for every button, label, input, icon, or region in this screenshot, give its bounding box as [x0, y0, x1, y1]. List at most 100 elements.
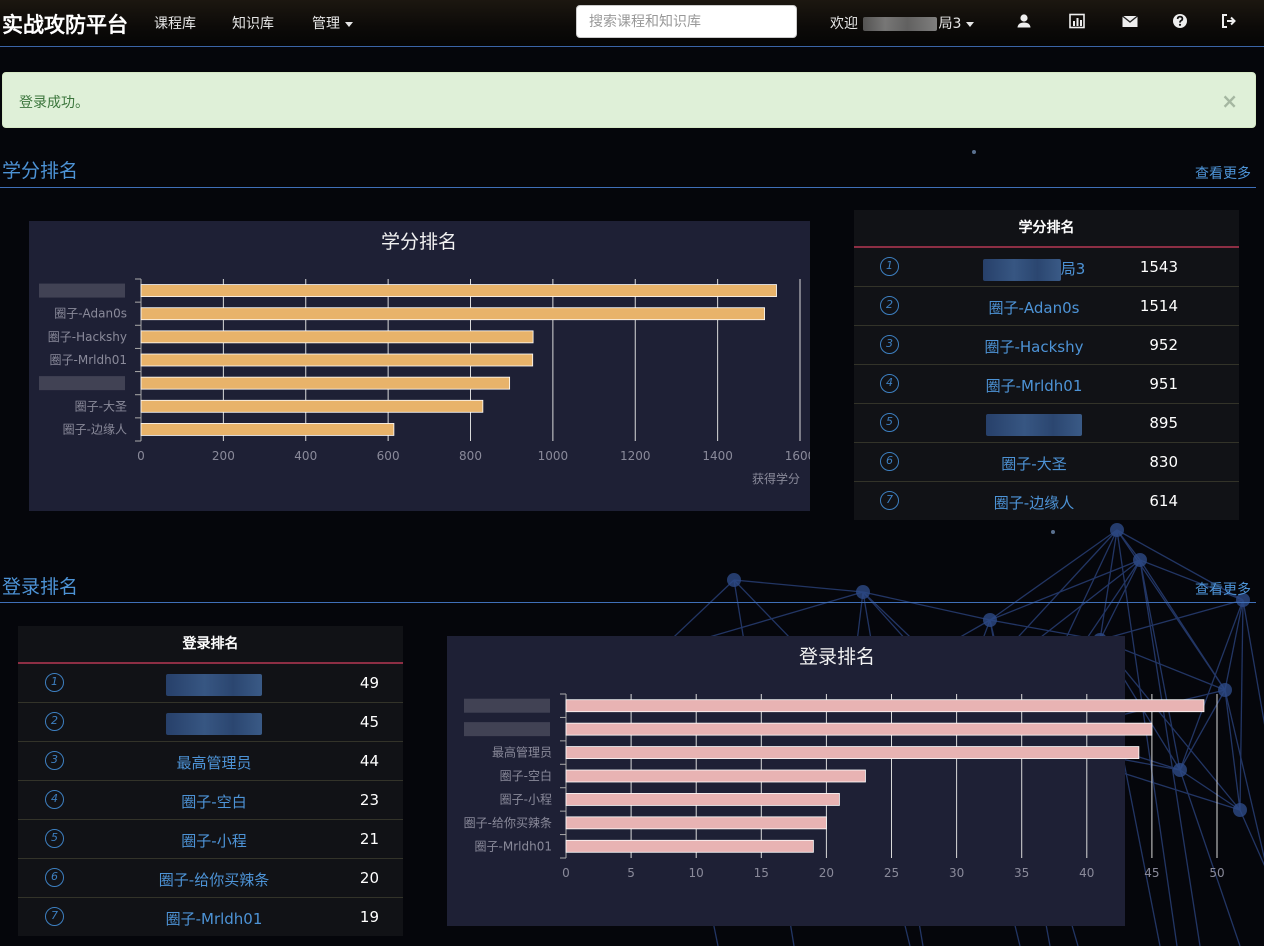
search-input[interactable]: [576, 5, 797, 38]
rank-badge: 6: [880, 452, 899, 471]
user-name-link[interactable]: 圈子-Mrldh01: [134, 908, 294, 929]
navbar: 实战攻防平台 课程库 知识库 管理 欢迎 局3: [0, 0, 1264, 47]
bar: [565, 839, 814, 853]
redacted-username: [863, 17, 938, 31]
x-tick-label: 200: [212, 449, 235, 463]
user-name-link[interactable]: 圈子-小程: [134, 830, 294, 851]
nav-courses[interactable]: 课程库: [154, 13, 196, 33]
bar: [565, 722, 1153, 736]
table-row: 7 圈子-边缘人 614: [854, 482, 1239, 520]
user-icon[interactable]: [1014, 11, 1034, 31]
x-axis-label: 获得学分: [752, 471, 800, 486]
user-name-link[interactable]: 圈子-Mrldh01: [954, 375, 1114, 396]
chart-title: 学分排名: [381, 231, 457, 253]
bar: [140, 284, 777, 297]
table-row: 6 圈子-大圣 830: [854, 443, 1239, 482]
divider: [0, 602, 1256, 603]
redacted-category-label: [39, 283, 125, 298]
score-value: 20: [359, 869, 379, 887]
user-name-link[interactable]: 局3: [954, 258, 1114, 281]
x-tick-label: 45: [1144, 866, 1159, 880]
user-menu-dropdown[interactable]: 欢迎 局3: [830, 13, 975, 33]
rank-badge: 4: [880, 374, 899, 393]
score-value: 49: [359, 674, 379, 692]
login-ranking-table: 登录排名 1 49 2 45 3 最高管理员 44 4 圈子-空白 23 5 圈子-小程 21 6 圈子-给…: [18, 626, 403, 936]
score-value: 951: [1149, 375, 1178, 393]
x-tick-label: 40: [1079, 866, 1094, 880]
table-row: 3 最高管理员 44: [18, 742, 403, 781]
bar-chart-icon[interactable]: [1067, 11, 1087, 31]
user-name-link[interactable]: [954, 414, 1114, 436]
redacted-username: [986, 414, 1082, 436]
user-name-link[interactable]: 圈子-空白: [134, 791, 294, 812]
login-more-link[interactable]: 查看更多: [1195, 579, 1251, 599]
x-tick-label: 15: [754, 866, 769, 880]
bar: [565, 699, 1205, 713]
bar: [140, 399, 484, 413]
redacted-username: [166, 713, 262, 735]
credit-section-title: 学分排名: [2, 160, 79, 182]
x-tick-label: 1200: [620, 449, 651, 463]
score-value: 45: [359, 713, 379, 731]
sign-out-icon[interactable]: [1219, 11, 1239, 31]
table-row: 6 圈子-给你买辣条 20: [18, 859, 403, 898]
bar: [140, 307, 765, 321]
redacted-category-label: [464, 698, 550, 713]
nav-manage-dropdown[interactable]: 管理: [312, 13, 353, 33]
close-icon[interactable]: ×: [1221, 89, 1238, 113]
bar: [565, 769, 866, 783]
x-tick-label: 10: [689, 866, 704, 880]
login-section-title: 登录排名: [2, 576, 79, 598]
score-value: 19: [359, 908, 379, 926]
table-row: 2 圈子-Adan0s 1514: [854, 287, 1239, 326]
chart-title: 登录排名: [799, 646, 875, 668]
bar: [140, 353, 534, 367]
score-value: 1543: [1139, 258, 1178, 276]
table-header: 学分排名: [854, 210, 1239, 248]
y-category-label: 圈子-边缘人: [63, 422, 127, 436]
x-tick-label: 400: [294, 449, 317, 463]
user-name-link[interactable]: 最高管理员: [134, 752, 294, 773]
brand-logo[interactable]: 实战攻防平台: [2, 9, 128, 39]
rank-badge: 1: [880, 257, 899, 276]
score-value: 895: [1149, 414, 1178, 432]
user-name-link[interactable]: 圈子-Hackshy: [954, 336, 1114, 357]
score-value: 614: [1149, 492, 1178, 510]
score-value: 952: [1149, 336, 1178, 354]
redacted-username: [166, 674, 262, 696]
table-row: 7 圈子-Mrldh01 19: [18, 898, 403, 936]
user-name-link[interactable]: [134, 713, 294, 735]
x-tick-label: 1400: [702, 449, 733, 463]
y-category-label: 圈子-空白: [500, 768, 552, 783]
user-name-link[interactable]: 圈子-给你买辣条: [134, 869, 294, 890]
envelope-icon[interactable]: [1120, 11, 1140, 31]
redacted-category-label: [464, 722, 550, 737]
score-value: 44: [359, 752, 379, 770]
bar: [140, 376, 511, 390]
divider: [0, 187, 1256, 188]
table-row: 4 圈子-Mrldh01 951: [854, 365, 1239, 404]
success-alert: 登录成功。 ×: [2, 72, 1256, 128]
bar: [565, 816, 827, 830]
question-icon[interactable]: [1170, 11, 1190, 31]
user-name-link[interactable]: 圈子-大圣: [954, 453, 1114, 474]
chevron-down-icon: [345, 21, 353, 27]
y-category-label: 圈子-Mrldh01: [475, 839, 552, 853]
table-row: 5 895: [854, 404, 1239, 443]
user-name-link[interactable]: 圈子-边缘人: [954, 492, 1114, 513]
y-category-label: 圈子-Hackshy: [48, 330, 127, 344]
y-category-label: 圈子-大圣: [75, 399, 127, 413]
user-name-link[interactable]: [134, 674, 294, 696]
rank-badge: 3: [45, 751, 64, 770]
x-tick-label: 0: [137, 449, 145, 463]
credit-more-link[interactable]: 查看更多: [1195, 163, 1251, 183]
user-name-link[interactable]: 圈子-Adan0s: [954, 297, 1114, 318]
x-tick-label: 1600: [785, 449, 810, 463]
y-category-label: 最高管理员: [492, 745, 552, 760]
rank-badge: 7: [45, 907, 64, 926]
bar: [565, 793, 840, 806]
table-header: 登录排名: [18, 626, 403, 664]
table-row: 4 圈子-空白 23: [18, 781, 403, 820]
nav-knowledge[interactable]: 知识库: [232, 13, 274, 33]
y-category-label: 圈子-Adan0s: [54, 307, 127, 321]
